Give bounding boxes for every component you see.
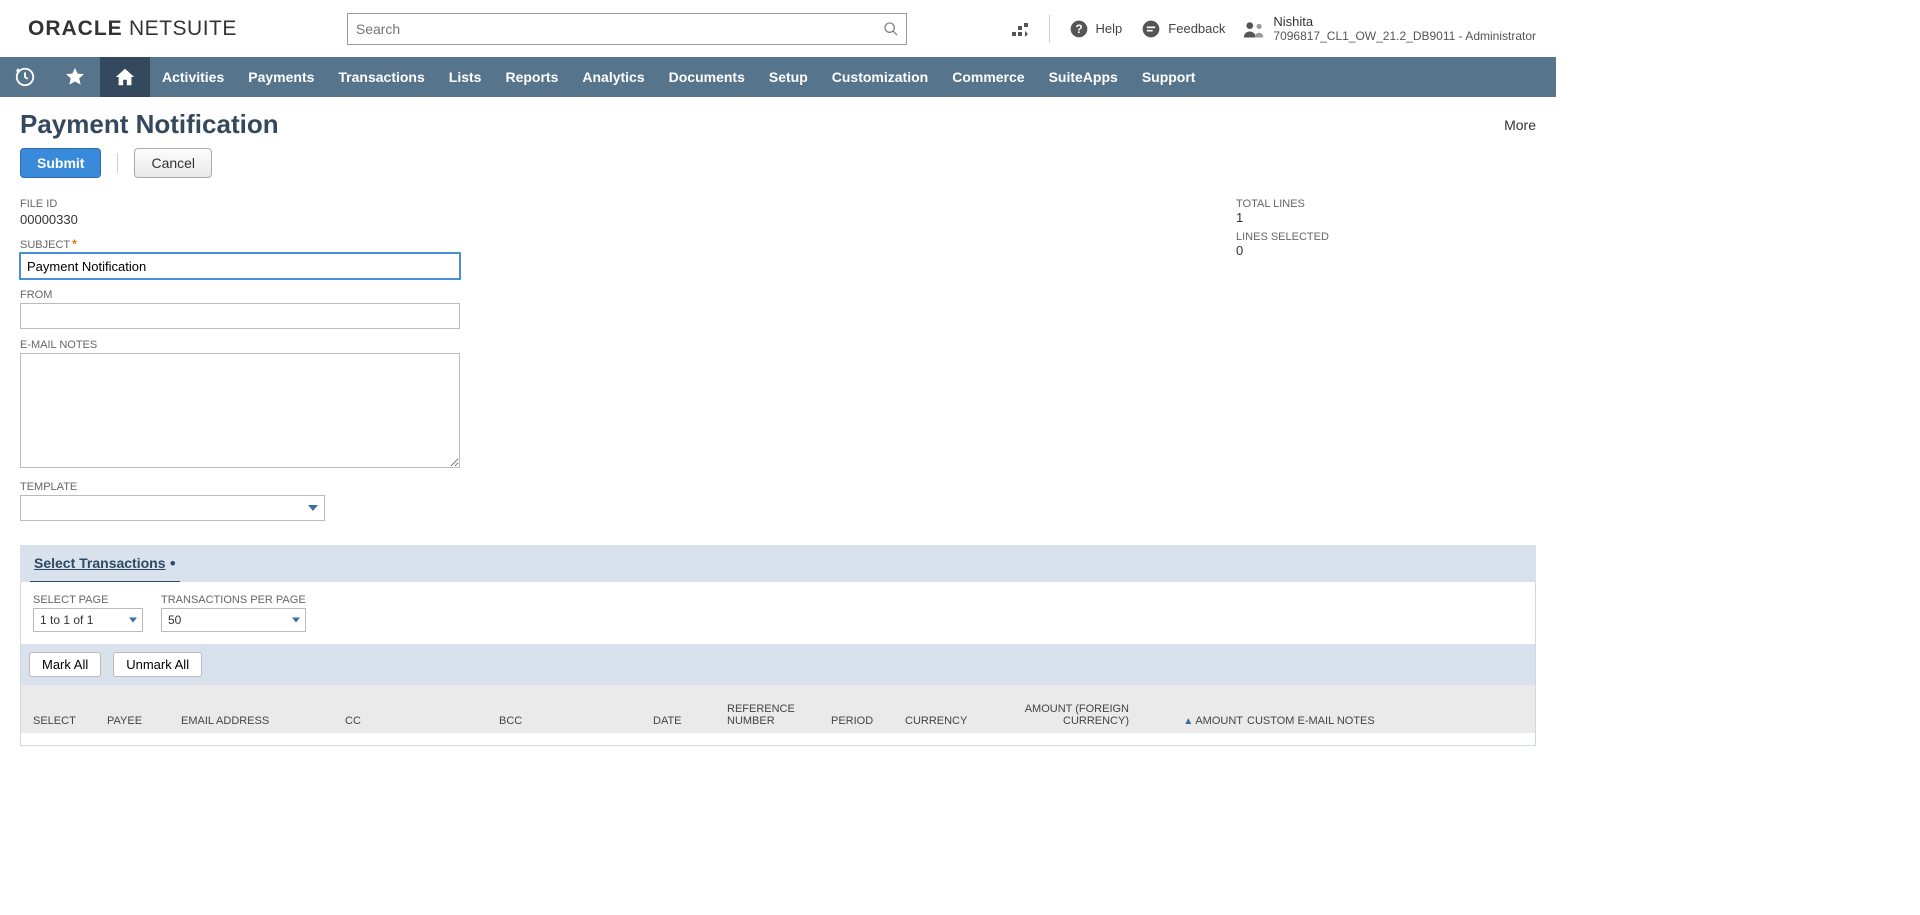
user-context: 7096817_CL1_OW_21.2_DB9011 - Administrat… — [1273, 29, 1536, 43]
select-page-filter: SELECT PAGE 1 to 1 of 1 — [33, 594, 143, 632]
select-page-dropdown[interactable]: 1 to 1 of 1 — [33, 608, 143, 632]
nav-support[interactable]: Support — [1130, 57, 1208, 97]
from-input[interactable] — [20, 303, 460, 329]
global-header: ORACLE NETSUITE ? Help — [0, 0, 1556, 57]
more-menu[interactable]: More — [1504, 117, 1536, 133]
feedback-icon — [1140, 18, 1162, 40]
user-icon — [1243, 18, 1265, 40]
logo: ORACLE NETSUITE — [28, 17, 237, 41]
user-menu[interactable]: Nishita 7096817_CL1_OW_21.2_DB9011 - Adm… — [1243, 14, 1536, 43]
col-bcc[interactable]: BCC — [499, 715, 649, 727]
nav-customization[interactable]: Customization — [820, 57, 940, 97]
total-lines-value: 1 — [1236, 210, 1536, 225]
select-page-label: SELECT PAGE — [33, 594, 143, 606]
nav-documents[interactable]: Documents — [657, 57, 757, 97]
nav-payments[interactable]: Payments — [236, 57, 326, 97]
nav-shortcuts[interactable] — [50, 57, 100, 97]
nav-recent[interactable] — [0, 57, 50, 97]
page-title: Payment Notification — [20, 109, 279, 140]
feedback-link[interactable]: Feedback — [1140, 18, 1225, 40]
section-body: SELECT PAGE 1 to 1 of 1 TRANSACTIONS PER… — [20, 582, 1536, 746]
app-launcher[interactable] — [1009, 18, 1031, 40]
nav-analytics[interactable]: Analytics — [570, 57, 656, 97]
nav-home[interactable] — [100, 57, 150, 97]
submit-button[interactable]: Submit — [20, 148, 101, 178]
page-head: Payment Notification More — [20, 109, 1536, 140]
col-period[interactable]: PERIOD — [831, 715, 901, 727]
col-payee[interactable]: PAYEE — [107, 715, 177, 727]
col-refnum[interactable]: REFERENCE NUMBER — [727, 703, 827, 727]
help-icon: ? — [1068, 18, 1090, 40]
col-currency[interactable]: CURRENCY — [905, 715, 995, 727]
col-date[interactable]: DATE — [653, 715, 723, 727]
nav-suiteapps[interactable]: SuiteApps — [1037, 57, 1130, 97]
file-id-label: FILE ID — [20, 198, 460, 210]
col-select[interactable]: SELECT — [33, 715, 103, 727]
from-label: FROM — [20, 289, 460, 301]
email-notes-input[interactable] — [20, 353, 460, 468]
template-select[interactable] — [20, 495, 325, 521]
global-search — [347, 13, 907, 45]
subject-label: SUBJECT* — [20, 237, 460, 251]
col-fx-amount[interactable]: AMOUNT (FOREIGN CURRENCY) — [999, 703, 1129, 727]
action-bar: Submit Cancel — [20, 148, 1536, 178]
section-tabs: Select Transactions • — [20, 545, 1536, 582]
header-right: ? Help Feedback Nishita 7096817_CL1_OW_2… — [1009, 14, 1536, 43]
nav-lists[interactable]: Lists — [437, 57, 494, 97]
divider — [1049, 15, 1050, 43]
clock-icon — [14, 66, 36, 88]
user-name: Nishita — [1273, 14, 1536, 29]
logo-product: NETSUITE — [129, 17, 237, 40]
total-lines-label: TOTAL LINES — [1236, 198, 1536, 210]
cancel-button[interactable]: Cancel — [134, 148, 212, 178]
mark-all-button[interactable]: Mark All — [29, 652, 101, 677]
feedback-label: Feedback — [1168, 21, 1225, 36]
nav-reports[interactable]: Reports — [493, 57, 570, 97]
form-left: FILE ID 00000330 SUBJECT* FROM E-MAIL NO… — [20, 198, 460, 521]
app-launcher-icon — [1009, 18, 1031, 40]
form: FILE ID 00000330 SUBJECT* FROM E-MAIL NO… — [20, 198, 1536, 521]
nav-commerce[interactable]: Commerce — [940, 57, 1036, 97]
form-right: TOTAL LINES 1 LINES SELECTED 0 — [1236, 198, 1536, 264]
help-label: Help — [1096, 21, 1123, 36]
logo-brand: ORACLE — [28, 17, 123, 40]
col-cc[interactable]: CC — [345, 715, 495, 727]
template-label: TEMPLATE — [20, 481, 460, 493]
user-text: Nishita 7096817_CL1_OW_21.2_DB9011 - Adm… — [1273, 14, 1536, 43]
col-email[interactable]: EMAIL ADDRESS — [181, 715, 341, 727]
lines-selected-label: LINES SELECTED — [1236, 231, 1536, 243]
email-notes-label: E-MAIL NOTES — [20, 339, 460, 351]
per-page-dropdown[interactable]: 50 — [161, 608, 306, 632]
table-header: SELECT PAYEE EMAIL ADDRESS CC BCC DATE R… — [21, 685, 1535, 733]
file-id-value: 00000330 — [20, 212, 460, 227]
per-page-label: TRANSACTIONS PER PAGE — [161, 594, 306, 606]
nav-setup[interactable]: Setup — [757, 57, 820, 97]
app-viewport[interactable]: ORACLE NETSUITE ? Help — [0, 0, 1556, 915]
help-link[interactable]: ? Help — [1068, 18, 1123, 40]
filter-row: SELECT PAGE 1 to 1 of 1 TRANSACTIONS PER… — [33, 594, 1523, 632]
unmark-all-button[interactable]: Unmark All — [113, 652, 202, 677]
page-body: Payment Notification More Submit Cancel … — [0, 97, 1556, 786]
per-page-filter: TRANSACTIONS PER PAGE 50 — [161, 594, 306, 632]
search-input[interactable] — [347, 13, 907, 45]
subject-input[interactable] — [20, 253, 460, 279]
col-notes[interactable]: CUSTOM E-MAIL NOTES — [1247, 715, 1417, 727]
lines-selected-value: 0 — [1236, 243, 1536, 258]
star-icon — [64, 66, 86, 88]
sort-asc-icon: ▲ — [1183, 716, 1193, 727]
search-icon[interactable] — [883, 21, 899, 37]
col-amount[interactable]: ▲AMOUNT — [1133, 715, 1243, 727]
tab-select-transactions[interactable]: Select Transactions • — [30, 551, 180, 582]
svg-text:?: ? — [1075, 23, 1082, 36]
primary-nav: Activities Payments Transactions Lists R… — [0, 57, 1556, 97]
nav-activities[interactable]: Activities — [150, 57, 236, 97]
divider — [117, 153, 118, 173]
nav-transactions[interactable]: Transactions — [326, 57, 436, 97]
home-icon — [114, 66, 136, 88]
bulk-actions: Mark All Unmark All — [21, 644, 1535, 685]
